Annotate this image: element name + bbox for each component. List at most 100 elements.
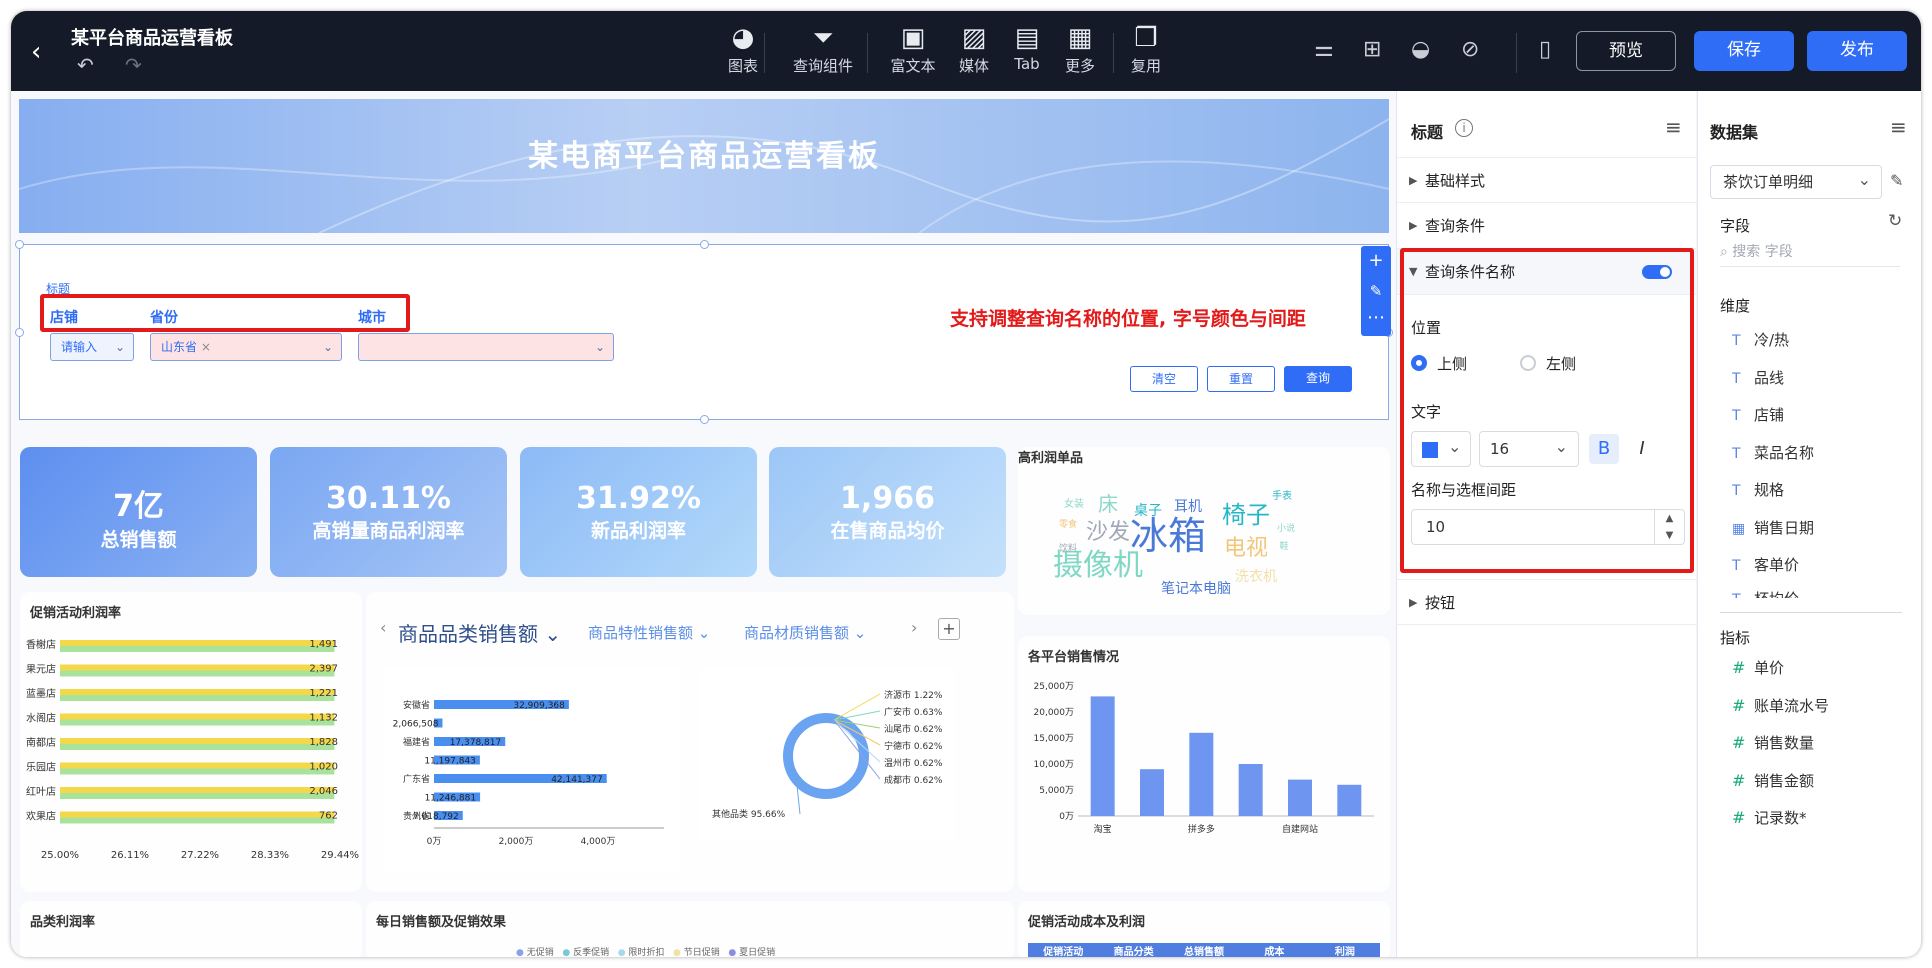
promo-profit-card[interactable]: 促销活动利润率 香榭店 1,491 果元店 2,397 蓝墨店 1,221 水阁店 1,132… xyxy=(20,592,362,892)
category-label: 自建网站 xyxy=(1282,823,1318,835)
text-type-icon: T xyxy=(1732,408,1741,424)
redo-icon[interactable]: ↷ xyxy=(125,53,142,77)
add-icon[interactable]: + xyxy=(1361,246,1391,276)
kpi-value: 1,966 xyxy=(840,481,935,516)
province-select[interactable]: 山东省 × ⌄ xyxy=(150,333,342,361)
reset-button[interactable]: 重置 xyxy=(1207,366,1275,392)
refresh-icon[interactable]: ↻ xyxy=(1888,211,1902,231)
category-label: 拼多多 xyxy=(1188,823,1215,835)
panel-menu-icon[interactable]: ≡ xyxy=(1890,115,1907,139)
publish-button[interactable]: 发布 xyxy=(1807,31,1907,71)
kpi-card[interactable]: 30.11% 高销量商品利润率 xyxy=(270,447,507,577)
edit-icon[interactable]: ✎ xyxy=(1890,171,1903,190)
gap-label: 名称与选框间距 xyxy=(1411,481,1517,499)
dashboard-title: 某平台商品运营看板 xyxy=(71,28,233,49)
field-item[interactable]: # 销售数量 xyxy=(1732,732,1814,753)
stepper-icon[interactable]: ▲ ▼ xyxy=(1654,510,1684,544)
edit-icon[interactable]: ✎ xyxy=(1361,276,1391,306)
dataset-select[interactable]: 茶饮订单明细 ⌄ xyxy=(1710,165,1882,199)
shop-select[interactable]: 请输入 ⌄ xyxy=(50,333,134,361)
field-item[interactable]: # 单价 xyxy=(1732,657,1784,678)
tool-chart[interactable]: ◕ 图表 xyxy=(708,21,778,76)
section-button[interactable]: ▶ 按钮 xyxy=(1397,579,1697,625)
field-item[interactable]: T杯均价 xyxy=(1732,586,1799,598)
font-size-select[interactable]: 16 ⌄ xyxy=(1479,431,1579,467)
wordcloud-word: 洗衣机 xyxy=(1235,569,1277,585)
tool-reuse[interactable]: ❐ 复用 xyxy=(1111,21,1181,76)
italic-button[interactable]: I xyxy=(1627,434,1657,464)
tab-feature-sales[interactable]: 商品特性销售额 ⌄ xyxy=(588,622,710,643)
clear-tag-icon[interactable]: × xyxy=(201,340,211,354)
kpi-card[interactable]: 7亿 总销售额 xyxy=(20,447,257,577)
promo-profit-chart: 香榭店 1,491 果元店 2,397 蓝墨店 1,221 水阁店 1,132 南都店 1,828… xyxy=(26,638,359,861)
bold-button[interactable]: B xyxy=(1589,434,1619,464)
wordcloud-card[interactable]: 高利润单品 冰箱 摄像机 椅子 电视 沙发床桌子 耳机 笔记本电脑 洗衣机 女装 零食 饮料 手表 小说… xyxy=(1018,447,1390,615)
layout-icon[interactable]: ⊞ xyxy=(1363,37,1381,62)
radio-top[interactable] xyxy=(1411,355,1427,371)
add-tab-icon[interactable]: + xyxy=(938,618,960,640)
dimension-label: 维度 xyxy=(1720,297,1751,315)
field-item[interactable]: ▦ 销售日期 xyxy=(1732,517,1814,538)
color-picker[interactable]: ⌄ xyxy=(1411,431,1471,467)
query-button[interactable]: 查询 xyxy=(1284,366,1352,392)
undo-icon[interactable]: ↶ xyxy=(77,53,94,77)
promo-cost-card[interactable]: 促销活动成本及利润 促销活动 商品分类 总销售额 成本 利润 xyxy=(1018,901,1390,957)
section-basic-style[interactable]: ▶ 基础样式 xyxy=(1397,157,1697,203)
category-label: 安徽省 xyxy=(403,699,430,711)
field-item[interactable]: # 账单流水号 xyxy=(1732,695,1829,716)
tool-richtext[interactable]: ▣ 富文本 xyxy=(878,21,948,76)
kpi-card[interactable]: 1,966 在售商品均价 xyxy=(769,447,1006,577)
toolbar-divider xyxy=(1516,33,1517,73)
field-item[interactable]: T 品线 xyxy=(1732,367,1784,388)
field-item[interactable]: # 记录数* xyxy=(1732,807,1807,828)
field-item[interactable]: T 菜品名称 xyxy=(1732,442,1814,463)
tabs-next-icon[interactable]: › xyxy=(911,618,917,637)
palette-icon[interactable]: ◒ xyxy=(1411,37,1430,62)
back-icon[interactable]: ‹ xyxy=(31,37,41,67)
mobile-icon[interactable]: ▯ xyxy=(1539,37,1551,62)
category-profit-card[interactable]: 品类利润率 xyxy=(20,901,362,957)
more-icon[interactable]: ⋯ xyxy=(1361,306,1391,336)
kpi-card[interactable]: 31.92% 新品利润率 xyxy=(520,447,757,577)
tick-label: 26.11% xyxy=(111,850,149,861)
resize-handle[interactable] xyxy=(700,415,709,424)
label-province: 省份 xyxy=(150,310,178,326)
tab-material-sales[interactable]: 商品材质销售额 ⌄ xyxy=(744,622,866,643)
field-item[interactable]: T 规格 xyxy=(1732,479,1784,500)
platform-sales-card[interactable]: 各平台销售情况 0万 5,000万 10,000万 15,000万 20,000万 25,… xyxy=(1018,636,1390,892)
field-item[interactable]: T 客单价 xyxy=(1732,554,1799,575)
preview-button[interactable]: 预览 xyxy=(1576,31,1676,71)
resize-handle[interactable] xyxy=(700,240,709,249)
chevron-down-icon: ⌄ xyxy=(594,340,605,354)
tab-category-sales[interactable]: 商品品类销售额 ⌄ xyxy=(398,618,561,647)
banner[interactable]: 某电商平台商品运营看板 xyxy=(19,99,1389,233)
field-search-input[interactable]: ⌕ 搜索 字段 xyxy=(1720,237,1900,267)
field-item[interactable]: # 销售金额 xyxy=(1732,770,1814,791)
resize-handle[interactable] xyxy=(15,240,24,249)
tabs-prev-icon[interactable]: ‹ xyxy=(380,618,386,637)
clear-button[interactable]: 清空 xyxy=(1130,366,1198,392)
panel-menu-icon[interactable]: ≡ xyxy=(1665,115,1682,139)
tool-more[interactable]: ▦ 更多 xyxy=(1045,21,1115,76)
field-item[interactable]: T 店铺 xyxy=(1732,404,1784,425)
radio-left[interactable] xyxy=(1520,355,1536,371)
province-sales-chart: 安徽省 32,909,368 2,066,508 福建省 17,378,817 11,19… xyxy=(393,699,664,847)
gap-input[interactable]: 10 ▲ ▼ xyxy=(1411,509,1685,545)
hide-eye-icon[interactable]: ⊘ xyxy=(1461,37,1479,62)
bar xyxy=(1288,779,1312,816)
category-label: 果元店 xyxy=(26,663,56,676)
info-icon[interactable]: i xyxy=(1455,119,1473,137)
category-tabs-card[interactable]: ‹ 商品品类销售额 ⌄ 商品特性销售额 ⌄ 商品材质销售额 ⌄ › + 安徽省 3… xyxy=(366,592,1014,892)
city-select[interactable]: ⌄ xyxy=(358,333,614,361)
card-title: 促销活动成本及利润 xyxy=(1028,915,1146,930)
daily-sales-card[interactable]: 每日销售额及促销效果 ● 无促销 ● 反季促销 ● 限时折扣 ● 节日促销 ● … xyxy=(366,901,1014,957)
query-component[interactable]: 标题 店铺 省份 城市 请输入 ⌄ 山东省 × ⌄ ⌄ 支持调整查询名称的位置, 字… xyxy=(15,240,1393,424)
settings-sliders-icon[interactable]: ⚌ xyxy=(1314,37,1334,62)
tick-label: 27.22% xyxy=(181,850,219,861)
save-button[interactable]: 保存 xyxy=(1694,31,1794,71)
tool-query[interactable]: ⏷ 查询组件 xyxy=(783,21,863,76)
field-item[interactable]: T 冷/热 xyxy=(1732,329,1789,350)
section-query-condition[interactable]: ▶ 查询条件 xyxy=(1397,203,1697,249)
resize-handle[interactable] xyxy=(15,328,24,337)
wordcloud-word: 笔记本电脑 xyxy=(1161,581,1231,597)
